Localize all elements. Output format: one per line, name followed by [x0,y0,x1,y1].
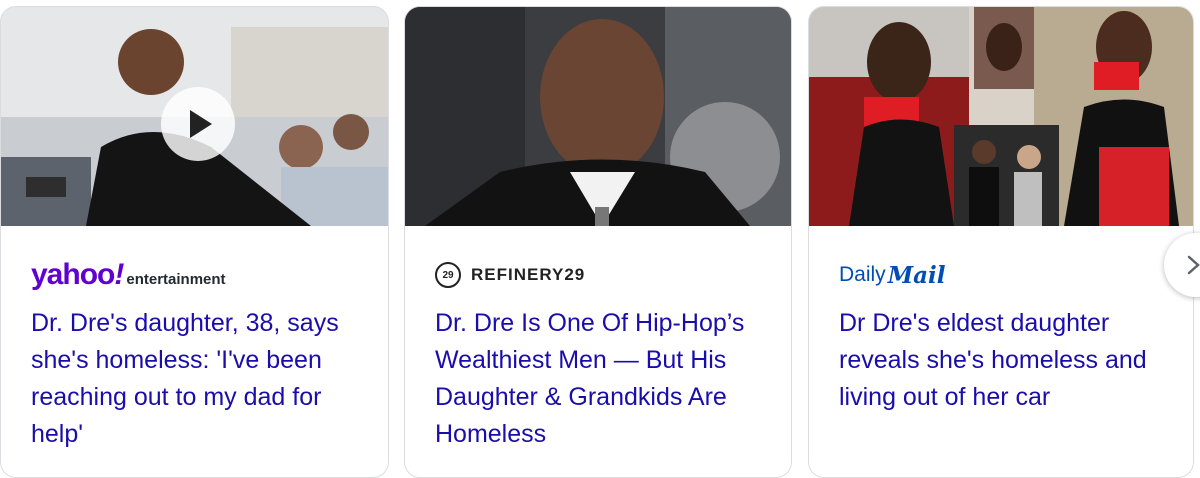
thumbnail-image [405,7,791,226]
publisher-logo-sub: entertainment [126,271,226,288]
publisher-logo-dailymail: Daily Mail [839,257,946,293]
play-button[interactable] [161,87,235,161]
publisher-logo-daily: Daily [839,263,886,286]
publisher-logo-main: yahoo [31,258,115,291]
headline-link[interactable]: Dr. Dre Is One Of Hip-Hop’s Wealthiest M… [435,305,769,453]
headline-link[interactable]: Dr Dre's eldest daughter reveals she's h… [839,305,1171,416]
chevron-right-icon [1187,255,1200,275]
thumbnail-image [1,7,388,226]
play-icon [190,110,212,138]
refinery29-icon: 29 [435,262,461,288]
thumbnail-image [809,7,1193,226]
news-card-dailymail[interactable]: Daily Mail Dr Dre's eldest daughter revea… [808,6,1194,478]
publisher-logo-yahoo-entertainment: yahoo! entertainment [31,257,226,293]
publisher-name: REFINERY29 [471,265,586,284]
headline-link[interactable]: Dr. Dre's daughter, 38, says she's homel… [31,305,366,453]
publisher-logo-bang: ! [114,258,125,291]
news-card-yahoo[interactable]: yahoo! entertainment Dr. Dre's daughter, … [0,6,389,478]
news-card-refinery29[interactable]: 29 REFINERY29 Dr. Dre Is One Of Hip-Hop’… [404,6,792,478]
news-carousel: yahoo! entertainment Dr. Dre's daughter, … [0,0,1200,478]
publisher-logo-refinery29: 29 REFINERY29 [435,257,585,293]
publisher-logo-mail: Mail [887,261,946,289]
